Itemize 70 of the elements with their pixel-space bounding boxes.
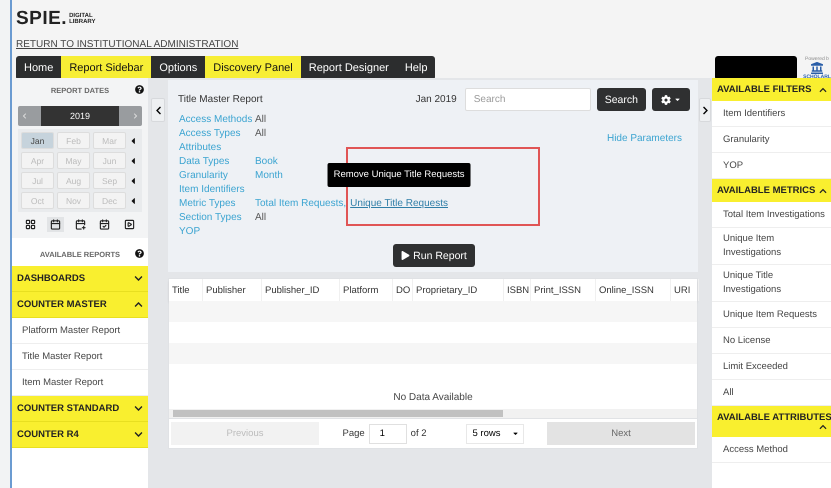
building-icon [809, 62, 825, 74]
view-button[interactable] [46, 217, 64, 232]
collapse-button[interactable] [151, 98, 165, 122]
chevron-left-icon [154, 106, 162, 114]
filter-item[interactable]: Item Identifiers [712, 101, 831, 127]
chevron-right-icon [702, 106, 708, 114]
search-field[interactable]: Search [464, 88, 591, 111]
filter-group[interactable]: AVAILABLE ATTRIBUTES [712, 406, 831, 437]
help-icon[interactable] [135, 85, 144, 94]
calendar-plus-icon [74, 219, 86, 230]
calendar-icon [50, 219, 61, 230]
search-button[interactable]: Search [596, 88, 646, 111]
filter-item[interactable]: Unique Item Investigations [712, 228, 831, 265]
filter-item[interactable]: Limit Exceeded [712, 354, 831, 380]
report-group[interactable]: COUNTER R4 [12, 422, 148, 448]
nav-tab[interactable]: Options [151, 56, 206, 80]
horizontal-scrollbar[interactable] [169, 409, 697, 418]
parameter-value: All [255, 211, 266, 225]
report-group[interactable]: COUNTER MASTER [12, 292, 148, 318]
report-group[interactable]: DASHBOARDS [12, 266, 148, 292]
nav-tab[interactable]: Report Sidebar [61, 56, 152, 80]
chevron-up-icon [819, 86, 827, 94]
calendar-check-icon [99, 219, 110, 230]
chevron-down-icon [134, 404, 143, 413]
parameter-value-link[interactable]: Unique Title Requests [350, 197, 448, 211]
run-report-button[interactable]: Run Report [393, 244, 475, 267]
page-count: of 2 [410, 428, 427, 439]
filter-item[interactable]: Unique Title Investigations [712, 265, 831, 302]
month-button[interactable]: Jan [21, 132, 54, 149]
help-icon[interactable] [135, 249, 144, 258]
filter-group[interactable]: AVAILABLE METRICS [712, 179, 831, 202]
year-picker: 2019 [18, 106, 142, 126]
chevron-up-icon [819, 423, 827, 431]
nav-tab[interactable]: Help [396, 56, 436, 80]
nav-tab[interactable]: Home [16, 56, 62, 80]
rows-dropdown[interactable]: 5 rows [466, 424, 524, 444]
filter-item[interactable]: Access Method [712, 437, 831, 463]
filter-item[interactable]: Granularity [712, 127, 831, 153]
parameter-value: All [255, 113, 266, 127]
filter-group[interactable]: AVAILABLE FILTERS [712, 78, 831, 101]
settings-button[interactable] [652, 88, 690, 111]
report-title: Title Master Report [178, 94, 264, 105]
play-icon [401, 251, 410, 260]
tooltip: Remove Unique Title Requests [328, 163, 471, 187]
report-item[interactable]: Title Master Report [12, 344, 148, 370]
play-square-icon [124, 219, 135, 230]
report-item[interactable]: Platform Master Report [12, 318, 148, 344]
chevron-down-icon [134, 430, 143, 439]
nav-tab[interactable]: Discovery Panel [205, 56, 301, 80]
parameter-value: All [255, 127, 266, 141]
return-link[interactable]: RETURN TO INSTITUTIONAL ADMINISTRATION [16, 39, 238, 50]
next-button[interactable]: Next [547, 422, 695, 445]
nav-tab[interactable]: Report Designer [300, 56, 397, 80]
empty-message: No Data Available [393, 392, 473, 402]
logo-text: SPIE. [16, 8, 68, 30]
report-group[interactable]: COUNTER STANDARD [12, 396, 148, 422]
gear-icon [661, 94, 671, 104]
chevron-down-icon [134, 274, 143, 283]
filter-item[interactable]: Total Item Investigations [712, 202, 831, 228]
page-number-field[interactable]: 1 [368, 424, 407, 444]
filter-item[interactable]: No License [712, 328, 831, 354]
filter-item[interactable]: Unique Item Requests [712, 302, 831, 328]
chevron-up-icon [819, 186, 827, 194]
grid-icon [25, 219, 36, 230]
caret-icon [512, 430, 518, 437]
report-period: Jan 2019 [416, 94, 457, 105]
expand-button[interactable] [699, 98, 711, 122]
chevron-up-icon [134, 300, 143, 309]
page-label: Page [342, 428, 365, 439]
caret-icon [674, 96, 681, 103]
